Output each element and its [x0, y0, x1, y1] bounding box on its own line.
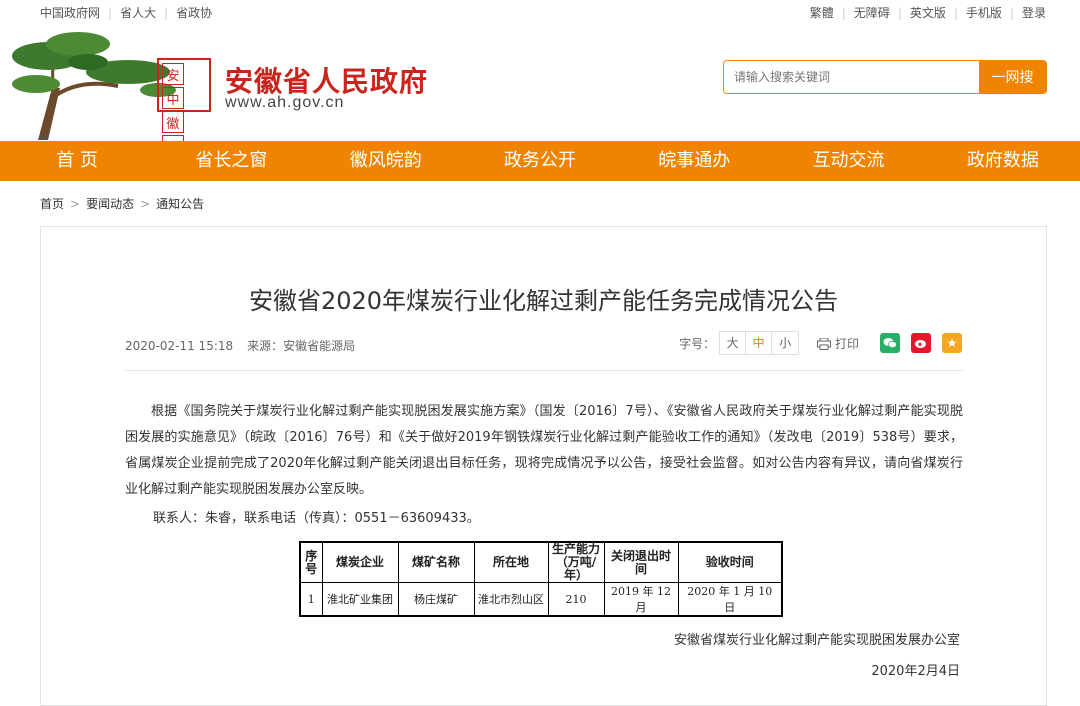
table-cell: 淮北矿业集团: [321, 582, 399, 617]
link-accessibility[interactable]: 无障碍: [854, 6, 890, 20]
table-cell: 杨庄煤矿: [397, 582, 475, 617]
table-header-row: 序号 煤炭企业 煤矿名称 所在地 生产能力（万吨/年） 关闭退出时 间 验收时间: [299, 541, 783, 583]
search-input[interactable]: [724, 61, 979, 93]
seal-logo: 安 中 徽 国: [157, 58, 211, 157]
print-button[interactable]: 打印: [817, 335, 859, 352]
chevron-right-icon: >: [140, 197, 151, 211]
article-paragraph: 根据《国务院关于煤炭行业化解过剩产能实现脱困发展实施方案》（国发〔2016〕7号…: [125, 404, 963, 497]
link-traditional[interactable]: 繁體: [810, 6, 834, 20]
link-login[interactable]: 登录: [1022, 6, 1046, 20]
article-source: 来源：安徽省能源局: [247, 339, 356, 353]
link-provincial-congress[interactable]: 省人大: [120, 6, 156, 20]
main-nav: 首 页 省长之窗 徽风皖韵 政务公开 皖事通办 互动交流 政府数据: [0, 141, 1080, 181]
nav-item-home[interactable]: 首 页: [0, 141, 154, 181]
link-provincial-cppcc[interactable]: 省政协: [176, 6, 212, 20]
link-gov-cn[interactable]: 中国政府网: [40, 6, 100, 20]
site-header: 安 中 徽 国 安徽省人民政府 www.ah.gov.cn 一网搜: [0, 24, 1080, 157]
chevron-right-icon: >: [70, 197, 81, 211]
nav-item-gov-data[interactable]: 政府数据: [926, 141, 1080, 181]
nav-item-governor[interactable]: 省长之窗: [154, 141, 308, 181]
tree-logo-icon: [12, 32, 176, 140]
contact-line: 联系人：朱睿，联系电话（传真）：0551－63609433。: [153, 511, 480, 526]
favorite-icon[interactable]: ★: [942, 333, 962, 353]
link-mobile[interactable]: 手机版: [966, 6, 1002, 20]
font-size-medium[interactable]: 中: [746, 332, 773, 354]
article-meta: 2020-02-11 15:18 来源：安徽省能源局: [125, 337, 355, 354]
print-label: 打印: [834, 336, 859, 351]
col-header: 生产能力（万吨/年）: [547, 541, 605, 583]
font-size-label: 字号：: [679, 336, 716, 351]
col-header: 所在地: [473, 541, 549, 583]
table-cell: 2019 年 12 月: [603, 582, 679, 617]
breadcrumb-news[interactable]: 要闻动态: [86, 197, 134, 211]
link-english[interactable]: 英文版: [910, 6, 946, 20]
col-header: 煤炭企业: [321, 541, 399, 583]
table-cell: 淮北市烈山区: [473, 582, 549, 617]
print-icon: [817, 337, 832, 350]
nav-item-gov-affairs[interactable]: 政务公开: [463, 141, 617, 181]
seal-char: 中: [162, 87, 184, 109]
col-header: 煤矿名称: [397, 541, 475, 583]
col-header: 验收时间: [677, 541, 783, 583]
font-size-switch: 大 中 小: [719, 331, 800, 355]
article-date: 2020-02-11 15:18: [125, 339, 234, 353]
top-right-links: 繁體 | 无障碍 | 英文版 | 手机版 | 登录: [809, 6, 1046, 20]
signature: 安徽省煤炭行业化解过剩产能实现脱困发展办公室: [673, 633, 960, 648]
nav-item-culture[interactable]: 徽风皖韵: [309, 141, 463, 181]
search-box: 一网搜: [723, 60, 1047, 94]
table-cell: 1: [299, 582, 323, 617]
col-header: 关闭退出时 间: [603, 541, 683, 583]
nav-item-services[interactable]: 皖事通办: [617, 141, 771, 181]
nav-item-interaction[interactable]: 互动交流: [771, 141, 925, 181]
breadcrumb: 首页 > 要闻动态 > 通知公告: [40, 195, 204, 212]
article-tools: 字号： 大 中 小 打印 ★: [679, 331, 962, 355]
signature-date: 2020年2月4日: [871, 664, 960, 679]
article-panel: 安徽省2020年煤炭行业化解过剩产能任务完成情况公告 2020-02-11 15…: [40, 226, 1047, 706]
article-title: 安徽省2020年煤炭行业化解过剩产能任务完成情况公告: [248, 287, 839, 315]
breadcrumb-notices[interactable]: 通知公告: [156, 197, 204, 211]
font-size-small[interactable]: 小: [772, 332, 798, 354]
table-cell: 210: [547, 582, 605, 617]
font-size-large[interactable]: 大: [720, 332, 747, 354]
search-button[interactable]: 一网搜: [979, 61, 1046, 93]
weibo-icon[interactable]: [911, 333, 931, 353]
top-left-links: 中国政府网 | 省人大 | 省政协: [40, 6, 213, 20]
seal-char: 徽: [162, 111, 184, 133]
site-url: www.ah.gov.cn: [225, 94, 345, 111]
divider: [125, 370, 963, 371]
table-cell: 2020 年 1 月 10 日: [677, 582, 783, 617]
top-bar: 中国政府网 | 省人大 | 省政协 繁體 | 无障碍 | 英文版 | 手机版 | 登录: [0, 0, 1080, 24]
capacity-table: 序号 煤炭企业 煤矿名称 所在地 生产能力（万吨/年） 关闭退出时 间 验收时间…: [299, 541, 783, 617]
article-body: 根据《国务院关于煤炭行业化解过剩产能实现脱困发展实施方案》（国发〔2016〕7号…: [125, 399, 963, 503]
breadcrumb-home[interactable]: 首页: [40, 197, 64, 211]
table-row: 1 淮北矿业集团 杨庄煤矿 淮北市烈山区 210 2019 年 12 月 202…: [299, 582, 783, 617]
col-header: 序号: [299, 541, 323, 583]
wechat-icon[interactable]: [880, 333, 900, 353]
seal-char: 安: [162, 63, 184, 85]
